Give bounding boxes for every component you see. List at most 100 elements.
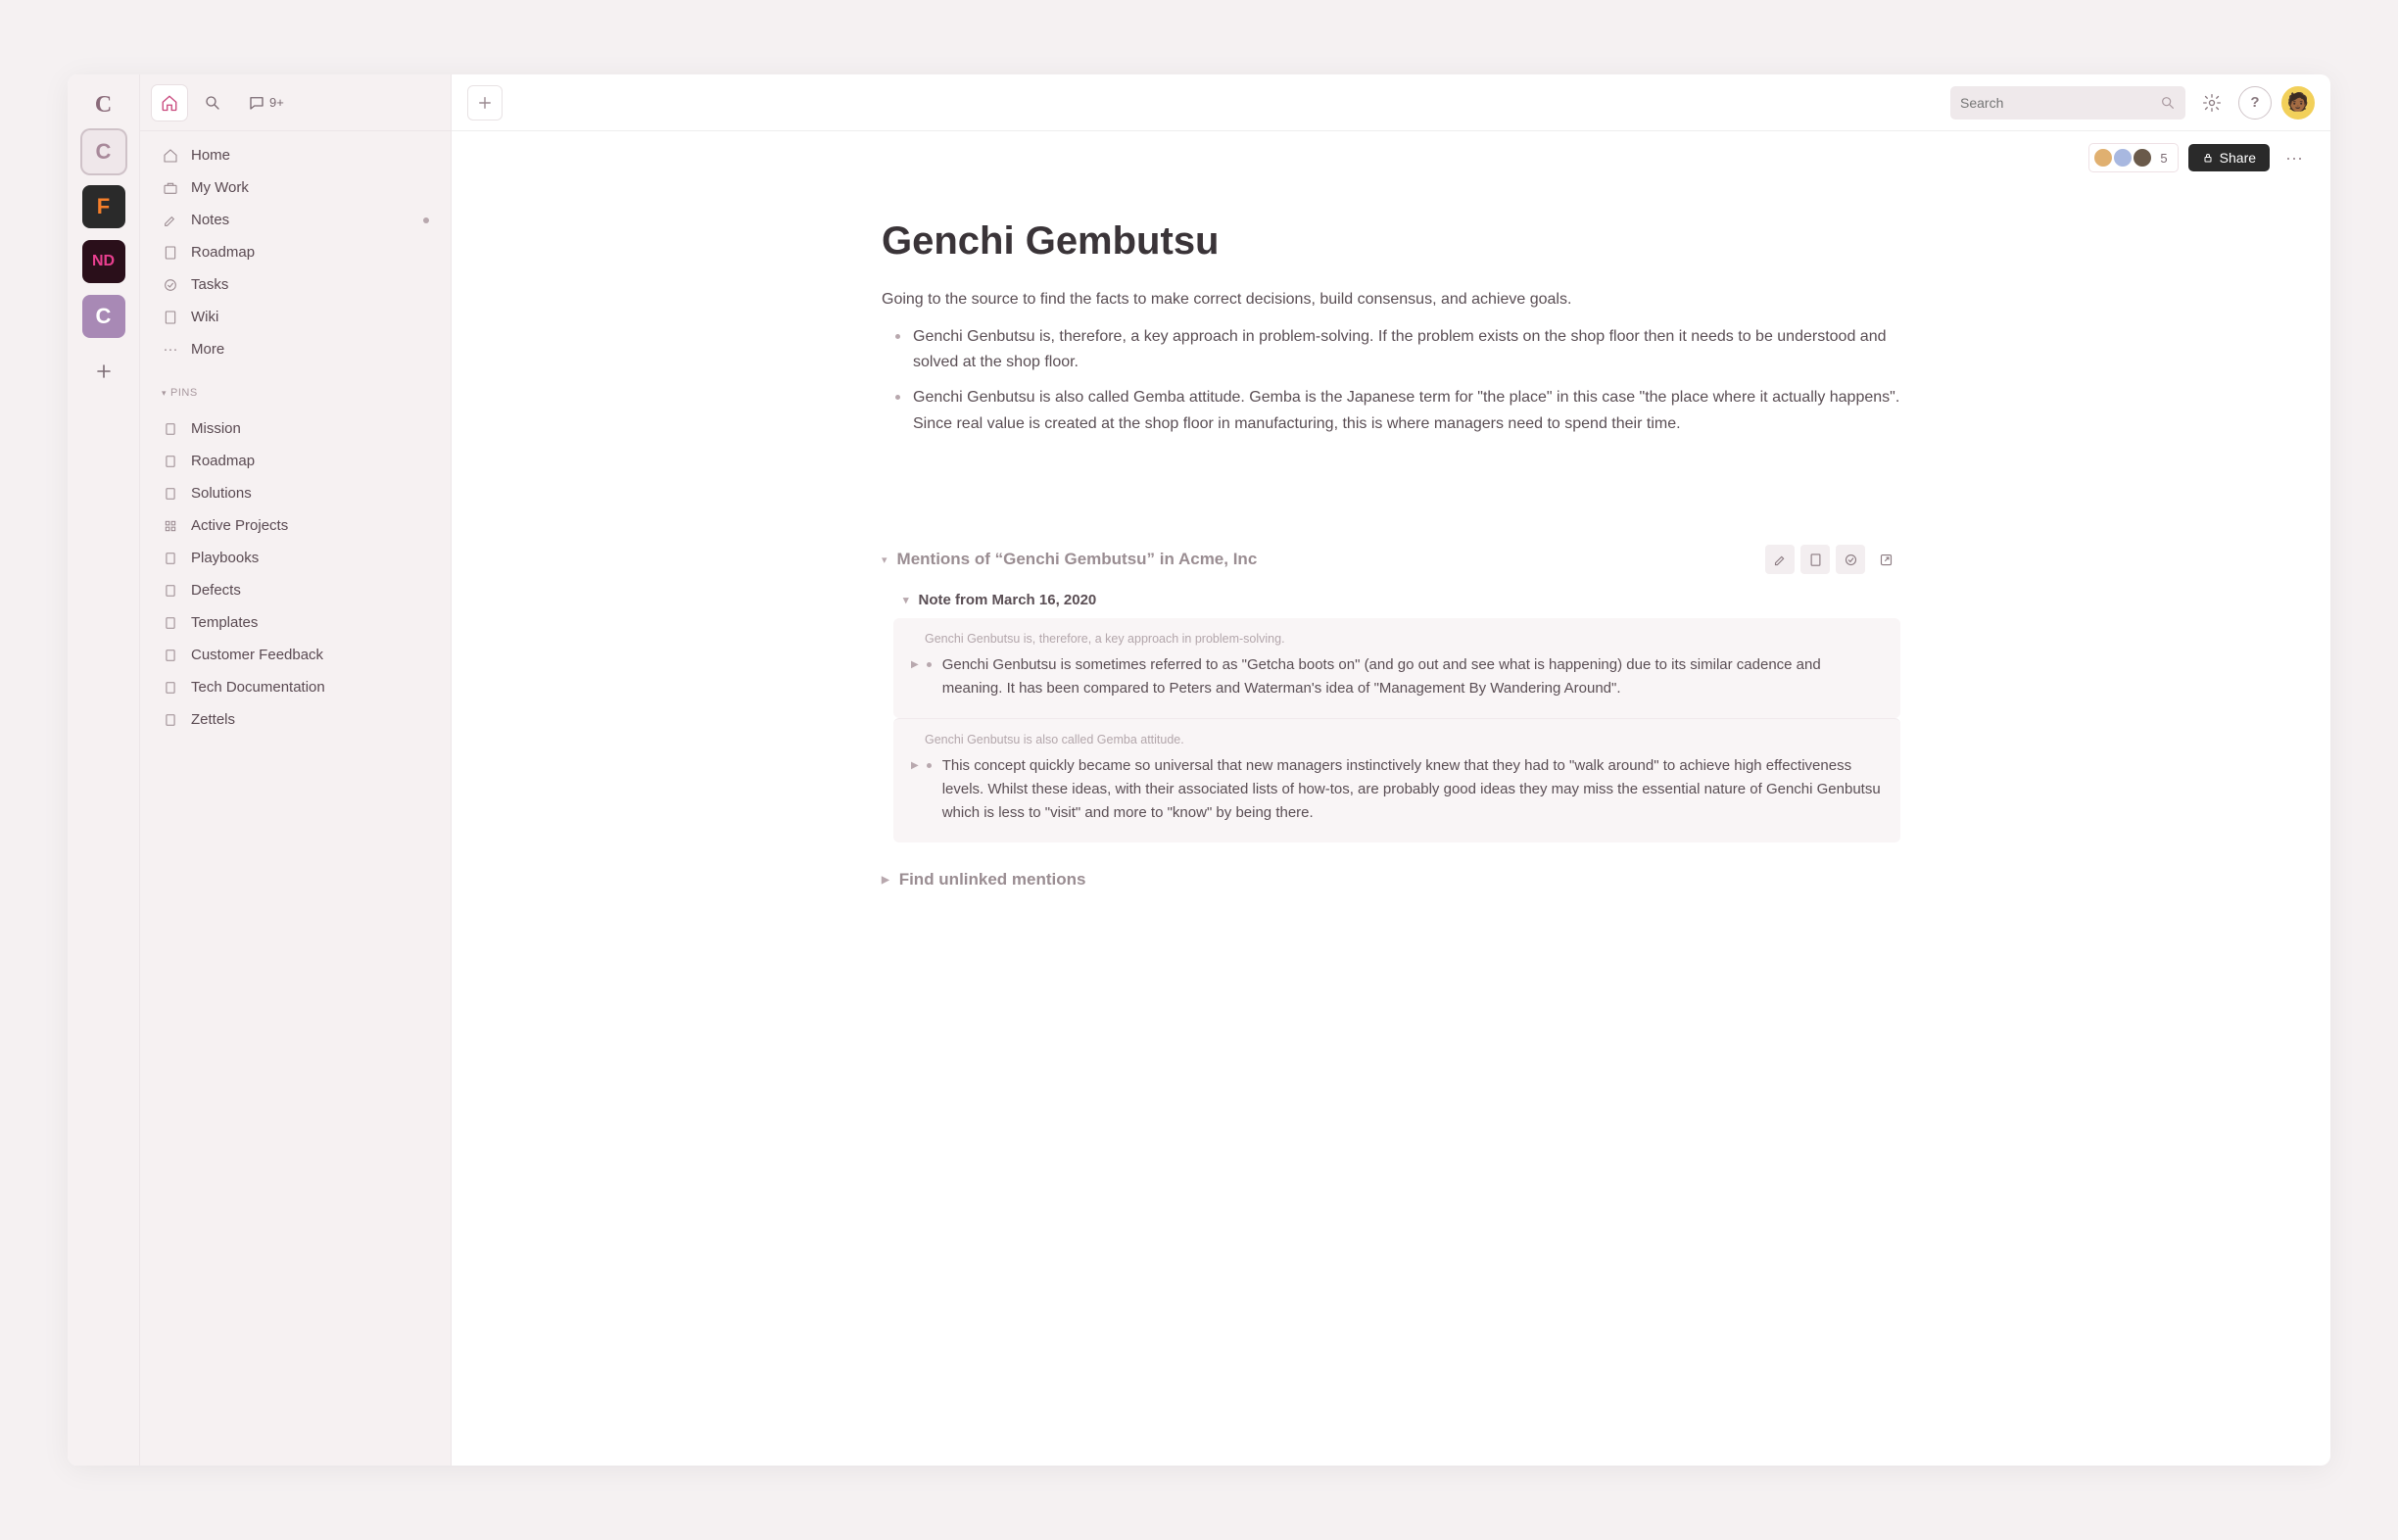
chevron-down-icon: ▾: [882, 553, 887, 566]
pin-label: Customer Feedback: [191, 647, 323, 663]
collaborators-pill[interactable]: 5: [2088, 143, 2178, 172]
note-heading[interactable]: ▾ Note from March 16, 2020: [903, 592, 1900, 608]
topbar: ? 🧑🏾: [452, 74, 2330, 131]
search-input[interactable]: [1960, 95, 2152, 111]
help-button[interactable]: ?: [2238, 86, 2272, 120]
pins-label: PINS: [170, 387, 198, 399]
filter-task[interactable]: [1836, 545, 1865, 574]
pin-label: Defects: [191, 582, 241, 599]
unlinked-mentions-toggle[interactable]: ▶ Find unlinked mentions: [882, 870, 1900, 890]
doc-icon: [162, 713, 179, 727]
pin-active-projects[interactable]: Active Projects: [140, 509, 451, 542]
filter-edit[interactable]: [1765, 545, 1795, 574]
edit-icon: [162, 213, 179, 228]
pin-zettels[interactable]: Zettels: [140, 703, 451, 736]
sidebar-item-wiki[interactable]: Wiki: [140, 301, 451, 333]
sidebar-item-label: My Work: [191, 179, 249, 196]
search-button[interactable]: [195, 85, 230, 120]
sidebar-item-label: Notes: [191, 212, 229, 228]
chevron-down-icon: ▾: [903, 594, 909, 606]
plus-icon: [96, 363, 112, 379]
pin-label: Zettels: [191, 711, 235, 728]
collaborator-count: 5: [2160, 151, 2167, 166]
share-button[interactable]: Share: [2188, 144, 2270, 171]
briefcase-icon: [162, 180, 179, 196]
sidebar-item-tasks[interactable]: Tasks: [140, 268, 451, 301]
pin-label: Mission: [191, 420, 241, 437]
home-icon: [161, 94, 178, 112]
doc-icon: [162, 422, 179, 436]
page-title[interactable]: Genchi Gembutsu: [882, 219, 1900, 264]
workspace-2[interactable]: F: [82, 185, 125, 228]
pin-mission[interactable]: Mission: [140, 412, 451, 445]
sidebar-item-roadmap[interactable]: Roadmap: [140, 236, 451, 268]
sidebar-item-more[interactable]: ··· More: [140, 333, 451, 365]
doc-icon: [162, 649, 179, 662]
pin-customer-feedback[interactable]: Customer Feedback: [140, 639, 451, 671]
settings-button[interactable]: [2195, 86, 2229, 120]
add-workspace-button[interactable]: [82, 350, 125, 393]
more-icon: ···: [162, 341, 179, 358]
doc-icon: [162, 552, 179, 565]
doc-icon: [162, 584, 179, 598]
mentions-header[interactable]: ▾ Mentions of “Genchi Gembutsu” in Acme,…: [882, 545, 1900, 574]
new-tab-button[interactable]: [467, 85, 503, 120]
workspace-1[interactable]: C: [82, 130, 125, 173]
app-frame: C C F ND C 9+ Home: [68, 74, 2330, 1466]
home-icon: [162, 148, 179, 164]
sidebar-item-home[interactable]: Home: [140, 139, 451, 171]
filter-doc[interactable]: [1800, 545, 1830, 574]
pin-tech-documentation[interactable]: Tech Documentation: [140, 671, 451, 703]
pin-label: Active Projects: [191, 517, 288, 534]
sidebar-item-notes[interactable]: Notes: [140, 204, 451, 236]
chevron-right-icon[interactable]: ▶: [911, 760, 919, 771]
unread-dot: [423, 217, 429, 223]
workspace-3[interactable]: ND: [82, 240, 125, 283]
chevron-right-icon[interactable]: ▶: [911, 659, 919, 670]
mention-card[interactable]: Genchi Genbutsu is also called Gemba att…: [893, 718, 1900, 842]
filter-external[interactable]: [1871, 545, 1900, 574]
unlinked-label: Find unlinked mentions: [899, 870, 1086, 890]
edit-icon: [1773, 553, 1788, 567]
bullet-item[interactable]: Genchi Genbutsu is, therefore, a key app…: [913, 324, 1900, 376]
pin-playbooks[interactable]: Playbooks: [140, 542, 451, 574]
workspace-4[interactable]: C: [82, 295, 125, 338]
doc-icon: [162, 245, 179, 261]
external-icon: [1879, 553, 1894, 567]
doc-icon: [162, 616, 179, 630]
check-circle-icon: [1844, 553, 1858, 567]
doc-icon: [162, 487, 179, 501]
pin-label: Solutions: [191, 485, 252, 502]
app-logo: C: [95, 92, 112, 119]
sidebar-item-label: Home: [191, 147, 230, 164]
chevron-right-icon: ▶: [882, 875, 889, 886]
pin-solutions[interactable]: Solutions: [140, 477, 451, 509]
bullet-list: Genchi Genbutsu is, therefore, a key app…: [882, 324, 1900, 438]
intro-paragraph[interactable]: Going to the source to find the facts to…: [882, 287, 1900, 313]
share-label: Share: [2220, 150, 2256, 166]
bullet-item[interactable]: Genchi Genbutsu is also called Gemba att…: [913, 385, 1900, 437]
sidebar-pins: Mission Roadmap Solutions Active Project…: [140, 405, 451, 744]
note-label: Note from March 16, 2020: [919, 592, 1097, 608]
home-button[interactable]: [152, 85, 187, 120]
avatar-face: 🧑🏾: [2287, 92, 2309, 113]
more-icon: ···: [2285, 148, 2303, 168]
page-action-row: 5 Share ···: [452, 131, 2330, 172]
pin-templates[interactable]: Templates: [140, 606, 451, 639]
chat-button[interactable]: 9+: [238, 85, 294, 120]
mention-context: Genchi Genbutsu is also called Gemba att…: [925, 733, 1881, 746]
mention-context: Genchi Genbutsu is, therefore, a key app…: [925, 632, 1881, 646]
pin-roadmap[interactable]: Roadmap: [140, 445, 451, 477]
doc-icon: [1808, 553, 1823, 567]
sidebar-item-mywork[interactable]: My Work: [140, 171, 451, 204]
page-more-button[interactable]: ···: [2279, 148, 2309, 168]
gear-icon: [2202, 93, 2222, 113]
grid-icon: [162, 519, 179, 533]
search-icon: [204, 94, 221, 112]
search-box[interactable]: [1950, 86, 2185, 120]
document-body: Genchi Gembutsu Going to the source to f…: [452, 172, 2330, 1466]
plus-icon: [478, 96, 492, 110]
mention-card[interactable]: Genchi Genbutsu is, therefore, a key app…: [893, 618, 1900, 718]
pin-defects[interactable]: Defects: [140, 574, 451, 606]
account-avatar[interactable]: 🧑🏾: [2281, 86, 2315, 120]
